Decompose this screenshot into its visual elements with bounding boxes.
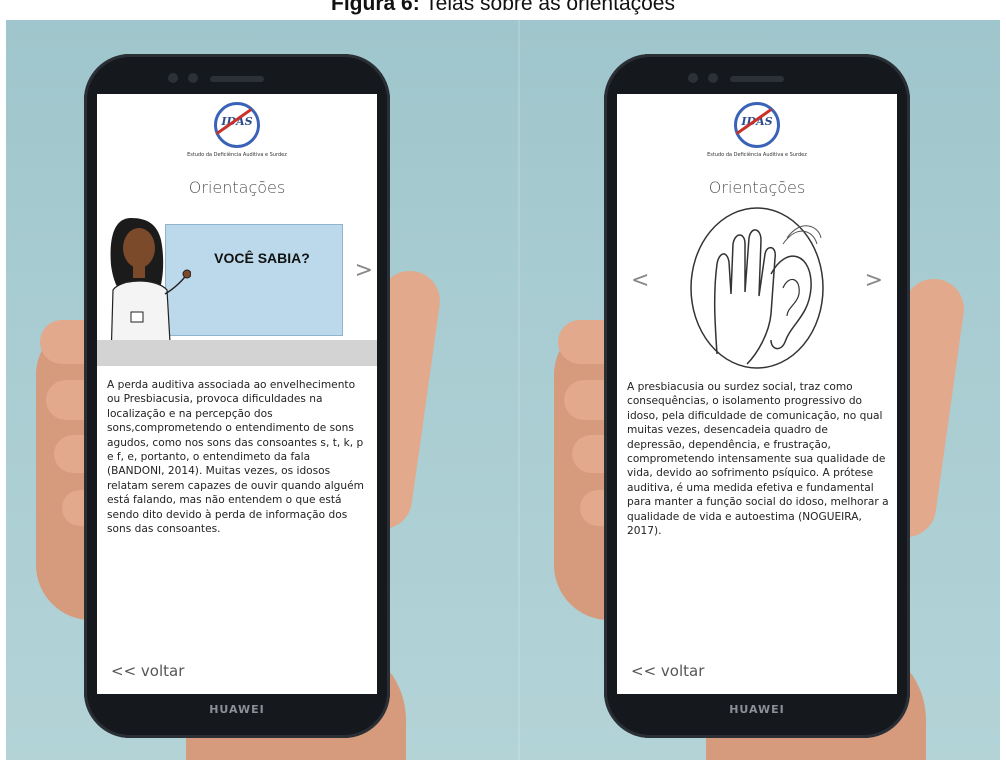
phone-right: IDAS Estudo da Deficiência Auditiva e Su… <box>604 54 910 738</box>
figure-label: Figura 6: <box>331 0 420 15</box>
ear-hand-illustration <box>690 207 824 369</box>
phone-left: IDAS Estudo da Deficiência Auditiva e Su… <box>84 54 390 738</box>
figure-caption: Figura 6: Telas sobre as orientações <box>0 0 1006 16</box>
orientation-text: A perda auditiva associada ao envelhecim… <box>107 379 364 536</box>
app-screen-right: IDAS Estudo da Deficiência Auditiva e Su… <box>617 94 897 694</box>
front-sensor-icon <box>188 73 198 83</box>
photo-divider <box>518 20 520 760</box>
front-sensor-icon <box>708 73 718 83</box>
page-title: Orientações <box>188 178 286 197</box>
carousel-prev-button[interactable]: < <box>631 268 649 293</box>
carousel-next-button[interactable]: > <box>355 258 373 283</box>
logo-subtitle: Estudo da Deficiência Auditiva e Surdez <box>187 152 287 158</box>
front-camera-icon <box>168 73 178 83</box>
front-camera-icon <box>688 73 698 83</box>
back-button[interactable]: << voltar <box>111 662 184 680</box>
carousel: VOCÊ SABIA? > <box>97 206 377 360</box>
app-logo-icon: IDAS <box>734 102 780 148</box>
earpiece-speaker <box>730 76 784 82</box>
carousel: < > <box>617 202 897 378</box>
carousel-footer-band <box>97 340 377 366</box>
teacher-illustration <box>110 218 191 360</box>
figure-caption-text: Telas sobre as orientações <box>425 0 675 15</box>
phone-brand: HUAWEI <box>209 703 265 716</box>
earpiece-speaker <box>210 76 264 82</box>
phone-brand: HUAWEI <box>729 703 785 716</box>
orientation-text: A presbiacusia ou surdez social, traz co… <box>627 381 889 538</box>
slide-card <box>165 224 343 336</box>
logo-subtitle: Estudo da Deficiência Auditiva e Surdez <box>707 152 807 158</box>
carousel-next-button[interactable]: > <box>865 268 883 293</box>
app-screen-left: IDAS Estudo da Deficiência Auditiva e Su… <box>97 94 377 694</box>
back-button[interactable]: << voltar <box>631 662 704 680</box>
page-title: Orientações <box>708 178 806 197</box>
slide-heading: VOCÊ SABIA? <box>214 250 310 266</box>
app-logo-icon: IDAS <box>214 102 260 148</box>
